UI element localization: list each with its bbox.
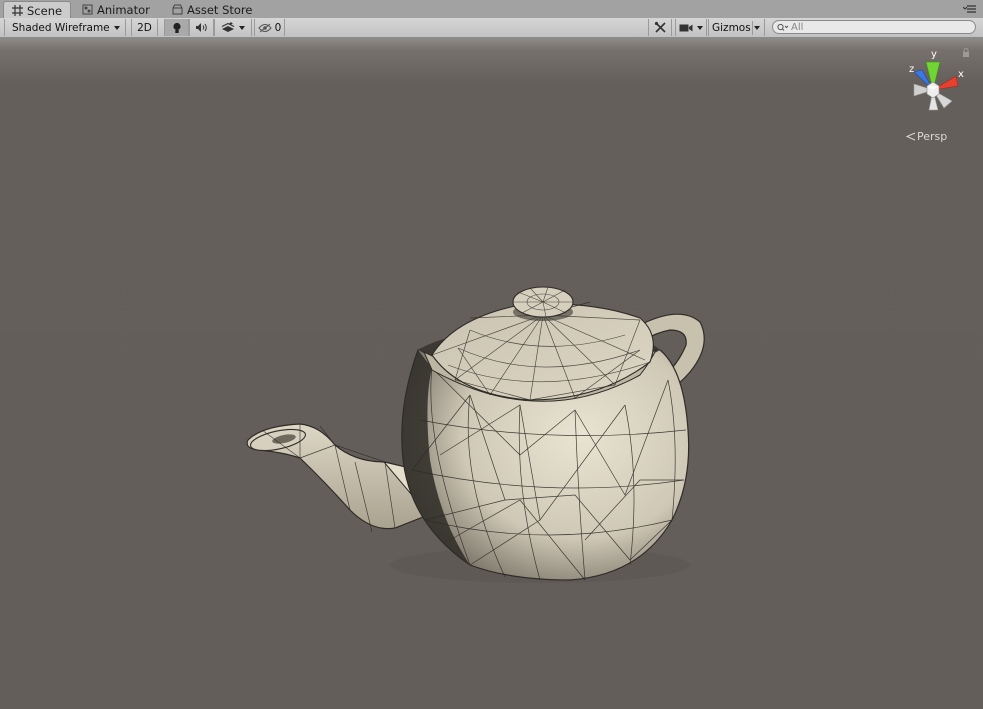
hidden-eye-icon (257, 23, 272, 32)
speaker-icon (196, 23, 207, 32)
toggle-2d-button[interactable]: 2D (131, 19, 158, 36)
camera-icon (679, 24, 693, 31)
grid-icon (12, 5, 23, 16)
scene-tools-button[interactable] (648, 19, 672, 36)
lock-icon[interactable] (962, 48, 970, 57)
lighting-toggle[interactable] (164, 19, 189, 36)
animator-icon (82, 4, 93, 15)
dropdown-arrow-icon (753, 25, 760, 30)
search-input[interactable] (791, 21, 971, 33)
scene-viewport[interactable]: y x z Persp (0, 38, 983, 709)
teapot-model (246, 286, 705, 583)
tab-asset-store[interactable]: Asset Store (164, 1, 261, 18)
dropdown-arrow-icon (239, 25, 245, 30)
audio-toggle[interactable] (189, 19, 214, 36)
hidden-objects-toggle[interactable]: 0 (254, 19, 285, 36)
tab-animator[interactable]: Animator (74, 1, 158, 18)
projection-toggle[interactable]: Persp (906, 130, 947, 143)
gizmo-y-label: y (931, 49, 937, 60)
dropdown-arrow-icon (114, 25, 120, 30)
draw-mode-dropdown[interactable]: Shaded Wireframe (4, 19, 126, 36)
tab-scene[interactable]: Scene (3, 1, 72, 19)
dropdown-arrow-icon (697, 25, 703, 30)
hierarchy-search[interactable] (772, 20, 976, 34)
tab-label: Animator (97, 2, 150, 17)
tab-label: Asset Store (187, 2, 253, 17)
gizmos-dropdown[interactable]: Gizmos (708, 19, 765, 36)
search-icon (777, 23, 789, 31)
tools-icon (654, 21, 666, 33)
gizmo-z-label: z (909, 64, 914, 75)
projection-label: Persp (917, 130, 948, 143)
tab-label: Scene (27, 3, 63, 18)
gizmo-x-label: x (958, 69, 964, 80)
camera-settings-dropdown[interactable] (675, 19, 707, 36)
editor-tab-strip: Scene Animator Asset Store (0, 0, 983, 19)
draw-mode-label: Shaded Wireframe (12, 21, 110, 34)
toggle-2d-label: 2D (137, 21, 152, 34)
perspective-icon (906, 132, 916, 141)
panel-menu-icon[interactable] (963, 3, 977, 15)
lightbulb-icon (172, 22, 181, 33)
effects-layers-icon (221, 21, 235, 32)
orientation-gizmo[interactable]: y x z (900, 46, 964, 114)
gizmos-label: Gizmos (712, 21, 751, 34)
store-icon (172, 4, 183, 15)
scene-toolbar: Shaded Wireframe 2D 0 Gizmos All (0, 18, 983, 38)
effects-dropdown[interactable] (214, 19, 252, 36)
hidden-count: 0 (274, 21, 282, 34)
